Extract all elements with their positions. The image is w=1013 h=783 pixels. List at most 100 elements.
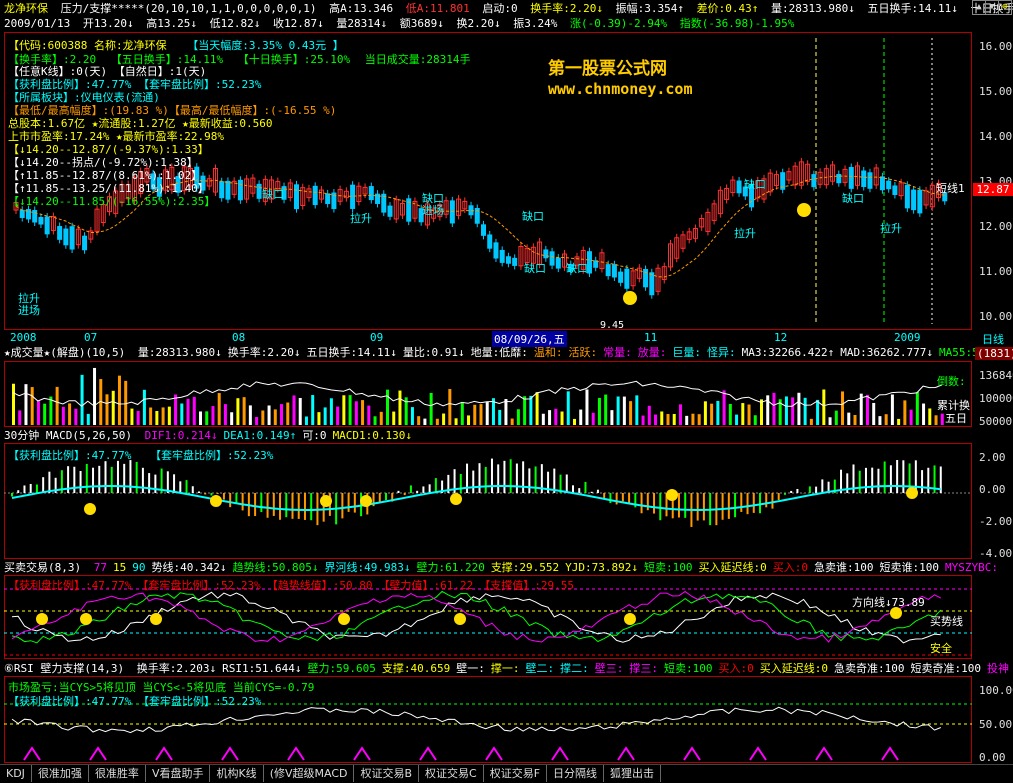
tab-0[interactable]: KDJ <box>0 765 32 782</box>
main-y-tick-0: 16.00 <box>979 40 1013 53</box>
rsi-stat-15: 投神 <box>987 662 1010 675</box>
quote-open: 开13.20↓ <box>82 17 134 30</box>
candle <box>449 200 455 224</box>
volume-bar <box>591 412 595 425</box>
volume-bar <box>117 375 121 425</box>
volume-bar <box>672 413 676 425</box>
volume-bar <box>223 404 227 425</box>
volume-bar <box>735 414 739 425</box>
date-label-4: 08/09/26,五 <box>492 331 567 347</box>
rsi-stat-0: 换手率:2.203↓ <box>136 662 217 675</box>
volume-stat-9: 巨量: <box>672 346 701 359</box>
tab-4[interactable]: 机构K线 <box>210 765 264 782</box>
candle <box>69 226 75 250</box>
volume-bar <box>766 395 770 425</box>
info-line-1: 【获利盘比例】:47.77% 【套牢盘比例】:52.23% <box>8 78 262 91</box>
tab-2[interactable]: 很准胜率 <box>89 765 146 782</box>
stock-name[interactable]: 龙净环保 <box>4 2 48 16</box>
volume-bar <box>93 367 97 425</box>
volume-bar <box>448 389 452 425</box>
high-a: 高A:13.346 <box>329 2 394 15</box>
volume-bar <box>760 399 763 425</box>
volume-bar <box>442 413 446 425</box>
candle <box>904 184 910 209</box>
volume-stat-4: 地量:低靡: <box>470 346 528 359</box>
tab-10[interactable]: 狐狸出击 <box>604 765 662 782</box>
trade-panel-title[interactable]: 买卖交易(8,3) <box>4 561 81 575</box>
info-line-2: 【所属板块】:仪电仪表(流通) <box>8 91 160 104</box>
rsi-stat-7: 撑二: <box>560 662 589 675</box>
volume-bar <box>454 418 458 425</box>
candle <box>82 235 88 251</box>
volume-y-axis: 136846 100000 50000 <box>973 361 1013 428</box>
tab-3[interactable]: V看盘助手 <box>146 765 211 782</box>
volume-bar <box>479 404 483 425</box>
smiley-icon <box>450 493 462 505</box>
start-value: 启动:0 <box>482 2 518 15</box>
chart-annotation-5: 进场 <box>422 203 444 217</box>
trade-sub-0: 【获利盘比例】:47.77% <box>8 579 132 592</box>
info-line-3: 【最低/最高幅度】:(19.83 %)【最高/最低幅度】:(-16.55 %) <box>8 104 337 117</box>
tab-6[interactable]: 权证交易B <box>354 765 420 782</box>
lock-icon[interactable]: ⊕ <box>998 0 1012 15</box>
quote-amp: 振3.24% <box>513 17 558 30</box>
low-price-marker: 9.45 <box>600 320 624 330</box>
rsi-signal <box>815 746 833 761</box>
volume-bar <box>354 401 358 425</box>
rsi-panel-title[interactable]: ⑥RSI 壁力支撑(14,3) <box>4 662 124 676</box>
volume-bar <box>80 374 84 425</box>
macd-stat-2: 可:0 <box>302 429 327 442</box>
volume-bar <box>192 396 196 425</box>
last-price-tag: 12.87 <box>973 183 1013 196</box>
volume-bar <box>473 404 477 425</box>
tab-8[interactable]: 权证交易F <box>484 765 548 782</box>
volume-bar <box>654 414 658 425</box>
smiley-icon <box>360 495 372 507</box>
volume-bar <box>753 415 757 425</box>
candle <box>649 272 655 296</box>
vol-y-tick-1: 100000 <box>979 392 1013 405</box>
scroll-down-icon[interactable]: ▼ <box>985 0 999 15</box>
tab-7[interactable]: 权证交易C <box>419 765 484 782</box>
candle <box>736 180 742 194</box>
macd-panel-header: 30分钟 MACD(5,26,50) DIF1:0.214↓ DEA1:0.149… <box>4 429 418 443</box>
tab-9[interactable]: 日分隔线 <box>547 765 605 782</box>
trade-stat-4: 支撑:29.552 <box>490 561 560 574</box>
trade-stat-9: 急卖谁:100 <box>814 561 874 574</box>
volume-bar <box>940 413 944 425</box>
chart-annotation-11: 缺口 <box>842 191 864 205</box>
candle <box>512 257 518 266</box>
candle <box>624 268 630 289</box>
trade-sub-line: 【获利盘比例】:47.77% 【套牢盘比例】:52.23% 【趋势线值】:50.80… <box>8 577 580 593</box>
volume-bar <box>566 391 570 425</box>
date-label-0: 2008 <box>10 331 37 344</box>
volume-bar <box>55 386 59 425</box>
volume-bar <box>847 412 851 425</box>
macd-panel-title[interactable]: 30分钟 MACD(5,26,50) <box>4 429 132 443</box>
info-line-9: 【↑11.85--13.25/(11.81%):1.40】 <box>8 182 209 195</box>
candle <box>917 189 923 214</box>
scroll-up-icon[interactable]: ▲ <box>972 0 986 15</box>
volume-bar <box>317 412 321 425</box>
volume-bar <box>660 411 664 425</box>
amplitude-value: 振幅:3.354↑ <box>615 2 684 15</box>
turnover-value: 换手率:2.20↓ <box>530 2 604 15</box>
chart-annotation-12: 拉升 <box>880 221 902 235</box>
rsi-signal <box>683 746 701 761</box>
volume-bar <box>248 405 252 425</box>
volume-bar <box>554 408 558 425</box>
volume-chart[interactable] <box>4 361 972 427</box>
volume-bar <box>211 406 215 425</box>
tab-5[interactable]: (修V超级MACD <box>264 765 355 782</box>
indicator-name[interactable]: 压力/支撑*****(20,10,10,1,1,0,0,0,0,0,1) <box>61 2 317 16</box>
volume-panel-title[interactable]: ★成交量★(解盘)(10,5) <box>4 346 125 360</box>
trade-label-buy: 买势线 <box>930 615 963 628</box>
smiley-icon <box>454 613 466 625</box>
volume-bar <box>180 403 184 425</box>
smiley-icon <box>338 613 350 625</box>
vol-label-countdown: 倒数: <box>937 375 966 388</box>
macd-y-tick-1: 0.00 <box>979 483 1006 496</box>
volume-bar <box>392 411 396 425</box>
volume-bar <box>230 412 234 425</box>
tab-1[interactable]: 很准加强 <box>32 765 89 782</box>
